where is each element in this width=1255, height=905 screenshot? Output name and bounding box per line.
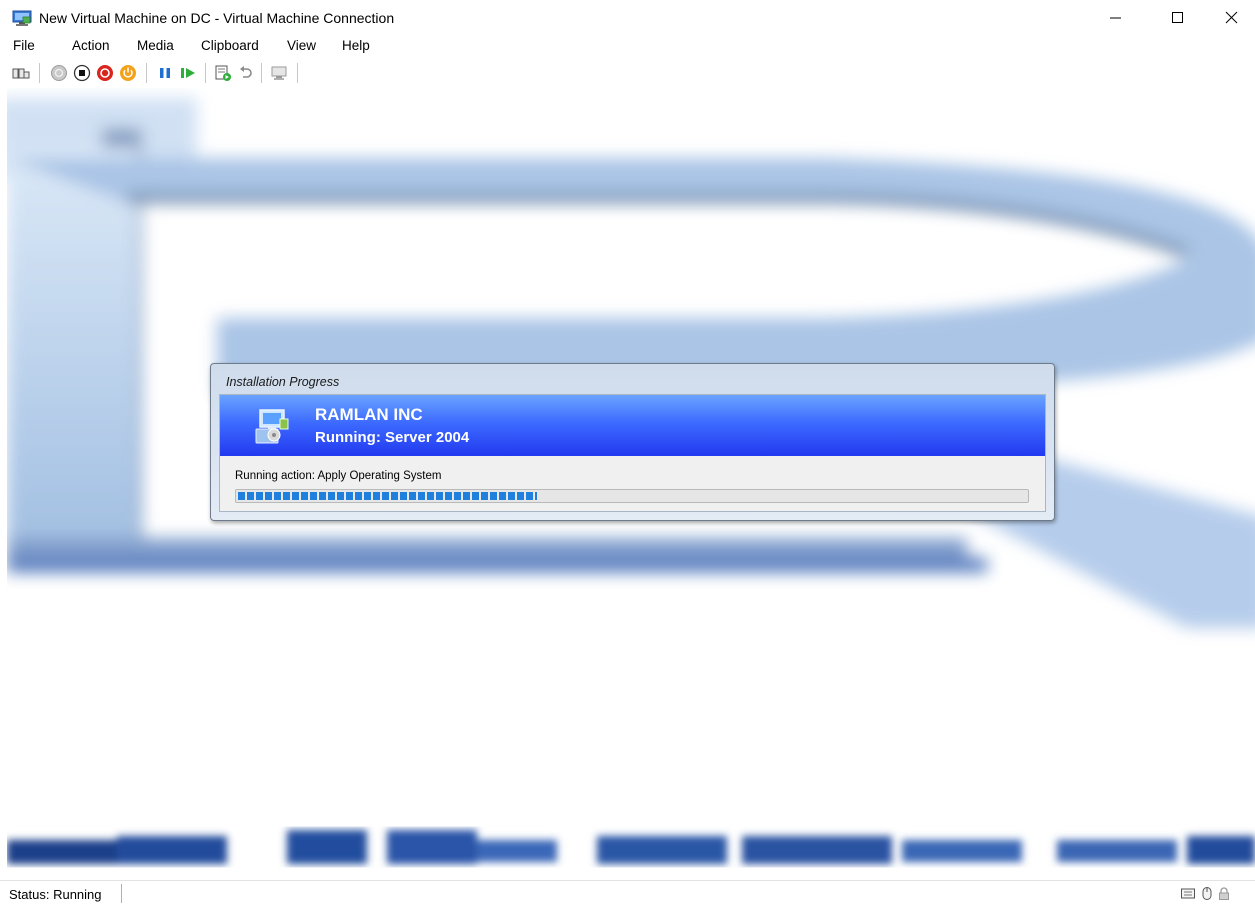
menu-action[interactable]: Action [72,38,110,53]
lock-icon [1219,887,1229,900]
toolbar [0,58,1255,88]
toolbar-separator [39,63,40,83]
maximize-icon[interactable] [1154,0,1200,34]
close-icon[interactable] [1209,0,1255,34]
vm-connection-icon [12,10,32,26]
menu-file[interactable]: File [13,38,35,53]
dialog-body: RAMLAN INC Running: Server 2004 Running … [219,394,1046,512]
toolbar-separator [205,63,206,83]
toolbar-separator [297,63,298,83]
enhanced-session-icon[interactable] [270,64,288,82]
menu-clipboard[interactable]: Clipboard [201,38,259,53]
installation-progress-bar [235,489,1029,503]
resume-icon[interactable] [179,64,197,82]
organization-name: RAMLAN INC [315,405,423,424]
pause-icon[interactable] [156,64,174,82]
vm-status: Status: Running [9,887,102,902]
title-bar: New Virtual Machine on DC - Virtual Mach… [0,0,1255,34]
turn-off-icon[interactable] [73,64,91,82]
toolbar-separator [261,63,262,83]
toolbar-separator [146,63,147,83]
status-separator [121,884,122,903]
keyboard-icon [1181,888,1195,899]
status-bar: Status: Running [0,880,1255,905]
revert-icon[interactable] [237,64,255,82]
menu-view[interactable]: View [287,38,316,53]
menu-bar: File Action Media Clipboard View Help [0,34,1255,58]
server-setup-icon [255,409,289,444]
shut-down-icon[interactable] [96,64,114,82]
power-icon[interactable] [119,64,137,82]
start-icon[interactable] [50,64,68,82]
minimize-icon[interactable] [1092,0,1138,34]
progress-fill [238,492,537,500]
dialog-title: Installation Progress [226,375,340,389]
mouse-icon [1202,887,1212,900]
ctrl-alt-del-icon[interactable] [12,64,30,82]
checkpoint-icon[interactable] [214,64,232,82]
vm-screen[interactable]: Installation Progress RAMLAN INC Running… [7,88,1255,880]
menu-media[interactable]: Media [137,38,174,53]
running-title: Running: Server 2004 [315,429,470,446]
current-action-label: Running action: Apply Operating System [235,470,442,482]
window-title: New Virtual Machine on DC - Virtual Mach… [39,10,395,26]
installation-progress-dialog: Installation Progress RAMLAN INC Running… [210,363,1055,521]
dialog-banner: RAMLAN INC Running: Server 2004 [220,395,1045,456]
menu-help[interactable]: Help [342,38,370,53]
